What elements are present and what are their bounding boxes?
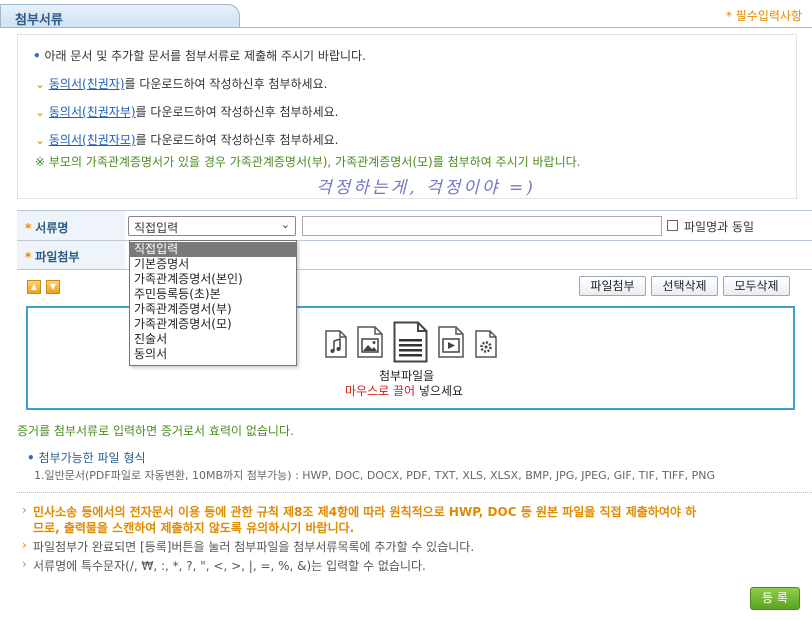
document-file-icon	[393, 321, 428, 363]
chevron-down-icon: ⌄	[280, 218, 290, 231]
move-up-button[interactable]: ▲	[27, 280, 41, 294]
dropdown-option[interactable]: 가족관계증명서(모)	[130, 317, 296, 332]
bullet-icon: •	[27, 451, 35, 465]
dropdown-option[interactable]: 동의서	[130, 347, 296, 362]
consent-form-father-link[interactable]: 동의서(친권자부)	[49, 105, 136, 119]
dropdown-option[interactable]: 가족관계증명서(부)	[130, 302, 296, 317]
drop-zone-instruction: 마우스로 끌어 넣으세요	[345, 384, 464, 398]
dropdown-option[interactable]: 진술서	[130, 332, 296, 347]
dropdown-option[interactable]: 직접입력	[130, 242, 296, 257]
chevron-right-icon: ›	[22, 503, 27, 517]
chevron-down-icon: ⌄	[35, 133, 46, 147]
doc-name-label: * 서류명	[25, 221, 69, 235]
same-as-filename-label: 파일명과 동일	[684, 220, 755, 234]
audio-file-icon	[325, 330, 347, 358]
notice-item-3: ⌄ 동의서(친권자모)를 다운로드하여 작성하신후 첨부하세요.	[35, 133, 339, 147]
dropdown-option[interactable]: 가족관계증명서(본인)	[130, 272, 296, 287]
tab-underline	[0, 27, 812, 28]
section-title: 첨부서류	[15, 13, 63, 28]
notice-item-1: ⌄ 동의서(친권자)를 다운로드하여 작성하신후 첨부하세요.	[35, 77, 328, 91]
section-divider	[17, 492, 812, 493]
info-line-register: 파일첨부가 완료되면 [등록]버튼을 눌러 첨부파일을 첨부서류목록에 추가할 …	[33, 540, 475, 554]
delete-selected-button[interactable]: 선택삭제	[651, 276, 718, 296]
dropdown-option[interactable]: 주민등록등(초)본	[130, 287, 296, 302]
chevron-down-icon: ⌄	[35, 77, 46, 91]
info-line-special-chars: 서류명에 특수문자(/, ₩, :, *, ?, ", <, >, |, =, …	[33, 559, 426, 573]
file-formats-title: • 첨부가능한 파일 형식	[27, 451, 146, 465]
chevron-down-icon: ⌄	[35, 105, 46, 119]
row-divider	[17, 210, 812, 211]
video-file-icon	[438, 326, 464, 358]
law-notice-line-2: 므로, 출력물을 스캔하여 제출하지 않도록 유의하시기 바랍니다.	[33, 521, 355, 535]
attach-label: * 파일첨부	[25, 250, 80, 264]
delete-all-button[interactable]: 모두삭제	[723, 276, 790, 296]
move-down-button[interactable]: ▼	[46, 280, 60, 294]
consent-form-mother-link[interactable]: 동의서(친권자모)	[49, 133, 136, 147]
chevron-right-icon: ›	[22, 557, 27, 571]
dropdown-option[interactable]: 기본증명서	[130, 257, 296, 272]
family-cert-warning: ※ 부모의 가족관계증명서가 있을 경우 가족관계증명서(부), 가족관계증명서…	[35, 155, 581, 169]
doc-name-input[interactable]	[302, 216, 662, 236]
same-as-filename-checkbox[interactable]	[667, 220, 678, 231]
handwritten-annotation: 걱정하는게, 걱정이야 =)	[316, 178, 536, 198]
notice-item-2: ⌄ 동의서(친권자부)를 다운로드하여 작성하신후 첨부하세요.	[35, 105, 339, 119]
attach-file-button[interactable]: 파일첨부	[579, 276, 646, 296]
required-note: * 필수입력사항	[725, 9, 802, 23]
settings-file-icon	[475, 330, 497, 358]
notice-intro: • 아래 문서 및 추가할 문서를 첨부서류로 제출해 주시기 바랍니다.	[33, 49, 366, 63]
chevron-right-icon: ›	[22, 538, 27, 552]
file-formats-list: 1.일반문서(PDF파일로 자동변환, 10MB까지 첨부가능) : HWP, …	[34, 469, 715, 482]
register-button[interactable]: 등 록	[750, 587, 800, 610]
evidence-note: 증거를 첨부서류로 입력하면 증거로서 효력이 없습니다.	[17, 424, 294, 438]
image-file-icon	[357, 326, 383, 358]
doc-type-dropdown-list: 직접입력 기본증명서 가족관계증명서(본인) 주민등록등(초)본 가족관계증명서…	[129, 240, 297, 366]
bullet-icon: •	[33, 49, 41, 63]
doc-type-select[interactable]: 직접입력 ⌄	[128, 216, 296, 236]
law-notice-line-1: 민사소송 등에서의 전자문서 이용 등에 관한 규칙 제8조 제4항에 따라 원…	[33, 505, 697, 519]
consent-form-guardian-link[interactable]: 동의서(친권자)	[49, 77, 125, 91]
